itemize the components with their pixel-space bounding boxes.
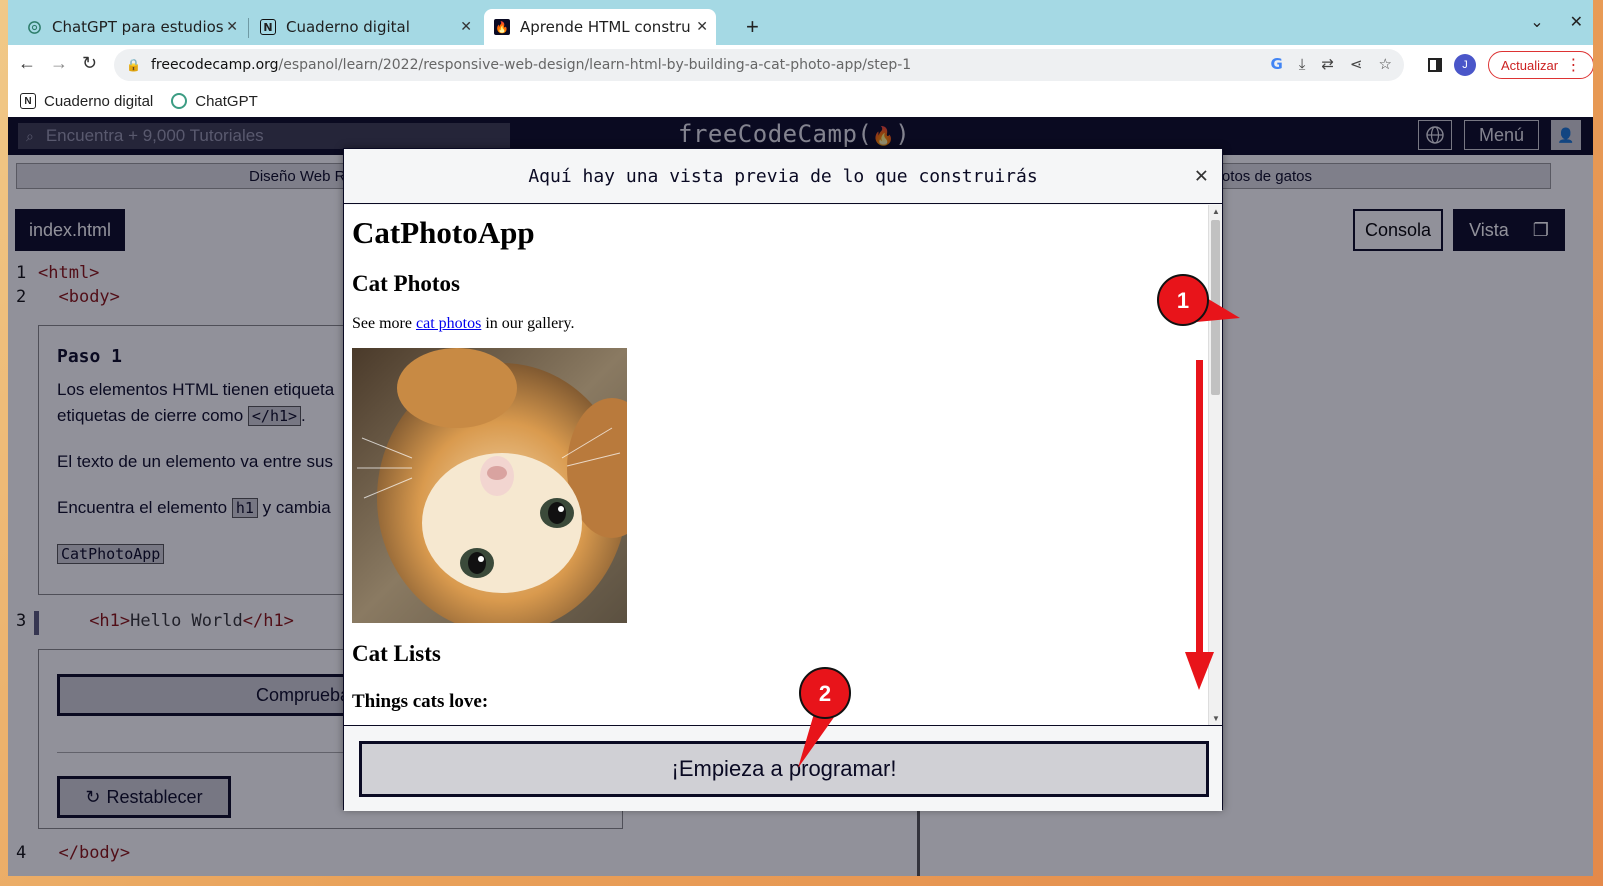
tab-separator <box>248 18 249 38</box>
bookmarks-bar: N Cuaderno digital ChatGPT <box>8 85 1593 117</box>
chatgpt-icon <box>171 93 188 109</box>
close-icon[interactable]: ✕ <box>696 19 708 35</box>
modal-preview-frame[interactable]: CatPhotoApp Cat Photos See more cat phot… <box>344 205 1222 725</box>
tab-cuaderno[interactable]: N Cuaderno digital ✕ <box>250 9 480 45</box>
tab-strip: ChatGPT para estudios ✕ N Cuaderno digit… <box>8 0 1593 45</box>
close-icon[interactable]: ✕ <box>460 19 472 35</box>
page-content: ⌕ Encuentra + 9,000 Tutoriales freeCodeC… <box>8 117 1593 876</box>
preview-subheading-lists: Cat Lists <box>352 641 441 666</box>
window-controls: ⌄ ✕ <box>1530 12 1583 32</box>
kebab-menu-icon: ⋮ <box>1565 57 1582 74</box>
forward-arrow-icon[interactable]: → <box>50 53 68 74</box>
close-icon[interactable]: ✕ <box>1195 163 1208 188</box>
url-path: /espanol/learn/2022/responsive-web-desig… <box>278 57 912 73</box>
modal-title: Aquí hay una vista previa de lo que cons… <box>528 165 1038 187</box>
google-icon[interactable]: G <box>1270 55 1282 73</box>
scroll-up-icon[interactable]: ▲ <box>1212 207 1220 216</box>
toolbar-right: J Actualizar ⋮ <box>1428 51 1593 79</box>
side-panel-icon[interactable] <box>1428 58 1442 72</box>
bookmark-label: ChatGPT <box>195 92 258 110</box>
share-icon[interactable]: ⋖ <box>1350 55 1363 73</box>
address-bar[interactable]: 🔒 freecodecamp.org/espanol/learn/2022/re… <box>114 49 1404 81</box>
lock-icon: 🔒 <box>126 58 141 72</box>
omnibox-icons: G ⤓ ⇄ ⋖ ☆ <box>1270 55 1392 73</box>
notion-icon: N <box>20 93 36 109</box>
modal-header: Aquí hay una vista previa de lo que cons… <box>344 149 1222 204</box>
update-label: Actualizar <box>1501 57 1559 73</box>
preview-heading: CatPhotoApp <box>352 215 535 250</box>
url-host: freecodecamp.org <box>150 57 279 73</box>
preview-paragraph: See more cat photos in our gallery. <box>352 315 575 332</box>
browser-window: ChatGPT para estudios ✕ N Cuaderno digit… <box>8 0 1593 876</box>
cat-photos-link[interactable]: cat photos <box>416 315 481 332</box>
preview-subheading-photos: Cat Photos <box>352 271 460 296</box>
tab-label: Aprende HTML construyendo <box>520 18 690 36</box>
freecodecamp-icon: 🔥 <box>494 19 510 35</box>
close-window-icon[interactable]: ✕ <box>1570 12 1583 32</box>
new-tab-icon[interactable]: + <box>746 14 759 40</box>
modal-footer: ¡Empieza a programar! <box>344 725 1222 811</box>
update-button[interactable]: Actualizar ⋮ <box>1488 51 1593 79</box>
preview-bold-text: Things cats love: <box>352 691 489 712</box>
back-arrow-icon[interactable]: ← <box>18 53 36 74</box>
tab-aprende-html[interactable]: 🔥 Aprende HTML construyendo ✕ <box>484 9 716 45</box>
bookmark-cuaderno[interactable]: N Cuaderno digital <box>20 93 153 110</box>
tab-label: Cuaderno digital <box>286 18 410 36</box>
profile-avatar[interactable]: J <box>1454 54 1476 76</box>
start-coding-button[interactable]: ¡Empieza a programar! <box>359 741 1209 797</box>
notion-icon: N <box>260 19 276 35</box>
browser-toolbar: ← → ↻ 🔒 freecodecamp.org/espanol/learn/2… <box>8 45 1593 85</box>
scrollbar-thumb[interactable] <box>1211 220 1220 395</box>
install-icon[interactable]: ⤓ <box>1299 55 1306 73</box>
translate-icon[interactable]: ⇄ <box>1321 55 1334 73</box>
tab-label: ChatGPT para estudios <box>52 18 224 36</box>
preview-modal: Aquí hay una vista previa de lo que cons… <box>343 148 1223 811</box>
bookmark-chatgpt[interactable]: ChatGPT <box>171 93 258 110</box>
reload-icon[interactable]: ↻ <box>82 53 97 74</box>
star-icon[interactable]: ☆ <box>1379 55 1392 73</box>
chatgpt-icon <box>26 19 42 35</box>
tab-chatgpt[interactable]: ChatGPT para estudios ✕ <box>16 9 246 45</box>
chevron-down-icon[interactable]: ⌄ <box>1530 12 1543 32</box>
close-icon[interactable]: ✕ <box>226 19 238 35</box>
cat-photo-image[interactable] <box>352 348 627 623</box>
scroll-down-icon[interactable]: ▼ <box>1212 714 1220 723</box>
bookmark-label: Cuaderno digital <box>44 92 154 110</box>
scrollbar[interactable]: ▲ ▼ <box>1208 205 1222 725</box>
